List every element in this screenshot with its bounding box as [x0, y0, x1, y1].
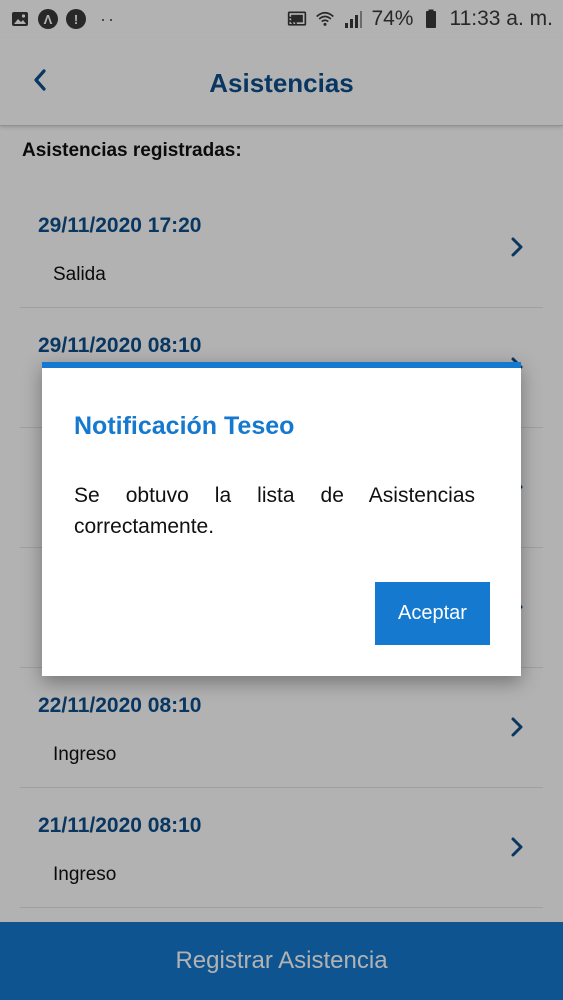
- notification-dialog: Notificación Teseo Se obtuvo la lista de…: [42, 362, 521, 676]
- dialog-title: Notificación Teseo: [74, 412, 295, 440]
- accept-button[interactable]: Aceptar: [375, 582, 490, 645]
- dialog-message: Se obtuvo la lista de Asistencias correc…: [74, 484, 475, 538]
